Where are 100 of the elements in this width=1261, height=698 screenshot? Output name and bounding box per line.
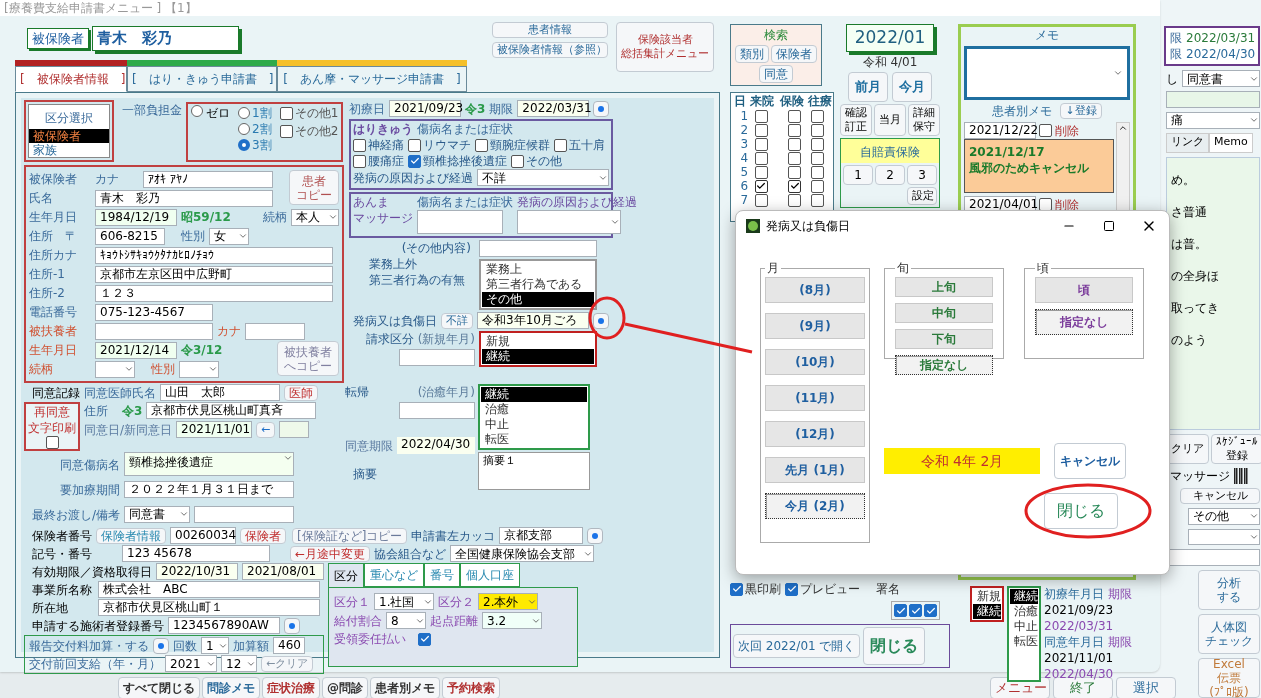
button[interactable]: 被扶養者 へコピー — [277, 341, 339, 376]
tab[interactable]: [ 被保険者情報 ] — [15, 66, 127, 92]
input-field[interactable] — [399, 402, 475, 419]
checkbox[interactable] — [909, 604, 922, 617]
tab[interactable]: 区分 — [328, 563, 364, 587]
list-item[interactable]: 治癒 — [481, 402, 587, 417]
input-field[interactable]: 京都支部 — [499, 527, 584, 544]
list-box[interactable]: 業務上 第三者行為である その他 — [479, 259, 597, 310]
list-item[interactable]: 継続 — [481, 387, 587, 402]
checkbox[interactable] — [754, 165, 768, 179]
checkbox[interactable] — [754, 123, 768, 137]
dot-button[interactable] — [593, 100, 610, 117]
memo-field[interactable] — [964, 46, 1130, 100]
button[interactable]: 患者 コピー — [289, 170, 339, 205]
button[interactable]: 人体図 チェック — [1198, 614, 1260, 654]
input-field[interactable]: 京都市伏見区桃山町１ — [98, 599, 320, 616]
checkbox[interactable] — [353, 154, 366, 168]
input-field[interactable]: 1984/12/19 — [95, 208, 177, 226]
button[interactable]: 設定 — [907, 186, 937, 205]
button[interactable]: 保険該当者 総括集計メニュー — [616, 22, 714, 72]
input-field[interactable] — [479, 240, 597, 257]
button[interactable]: 被保険者情報（参照） — [492, 42, 608, 58]
button[interactable]: 症状治療 — [262, 677, 320, 698]
list-item[interactable]: 継続 — [482, 349, 594, 364]
list-item[interactable]: その他 — [482, 292, 594, 307]
checkbox[interactable] — [554, 138, 567, 152]
button[interactable]: ↓登録 — [1060, 103, 1102, 119]
checkbox[interactable] — [788, 151, 801, 165]
list-item[interactable]: 継続 — [973, 604, 1001, 619]
button[interactable]: 前月 — [848, 71, 888, 102]
button[interactable]: ← — [256, 421, 276, 438]
checkbox[interactable] — [788, 123, 801, 137]
input-field[interactable] — [245, 322, 305, 340]
input-field[interactable]: 00260034 — [170, 527, 236, 544]
radio-button[interactable] — [238, 139, 250, 151]
checkbox[interactable] — [788, 179, 801, 193]
text-area[interactable]: 摘要１ — [478, 452, 590, 490]
dropdown[interactable]: 本人 — [291, 208, 339, 226]
dropdown[interactable]: 2.本外 — [478, 593, 538, 610]
dot-button[interactable] — [153, 637, 169, 654]
button[interactable]: ←月途中変更 — [290, 545, 371, 562]
input-field[interactable]: 2021/08/01 — [242, 563, 324, 580]
checkbox[interactable] — [811, 179, 824, 193]
checkbox[interactable] — [811, 137, 824, 151]
option-button[interactable]: 頃 — [1035, 277, 1133, 303]
list-item[interactable]: 新規 — [482, 334, 594, 349]
tab[interactable]: リンク — [1166, 132, 1209, 153]
button[interactable]: 1 — [843, 164, 873, 185]
checkbox[interactable] — [511, 154, 524, 168]
button[interactable]: キャンセル — [1180, 487, 1260, 504]
list-item[interactable]: 業務上 — [482, 262, 594, 277]
checkbox[interactable] — [894, 604, 907, 617]
list-item[interactable]: 中止 — [1010, 619, 1038, 634]
dropdown[interactable]: 1 — [201, 637, 229, 654]
input-field[interactable]: ｷｮｳﾄｼｻｷｮｳｸﾀﾅｶﾋﾛﾉﾁｮｳ — [95, 246, 333, 264]
checkbox[interactable] — [811, 193, 824, 207]
dropdown[interactable]: 痛 — [1166, 111, 1260, 129]
button[interactable]: 今月 — [892, 71, 932, 102]
input-field[interactable]: 2021/12/14 — [95, 341, 177, 359]
checkbox[interactable] — [475, 138, 488, 152]
input-field[interactable] — [1166, 91, 1260, 108]
option-button[interactable]: 中旬 — [895, 303, 993, 323]
input-field[interactable]: 2022/04/30 — [397, 437, 475, 454]
list-item[interactable]: 転医 — [481, 432, 587, 447]
input-field[interactable]: 令和3年10月ごろ — [477, 312, 589, 329]
checkbox[interactable] — [788, 193, 801, 207]
checkbox[interactable] — [754, 151, 768, 165]
button[interactable]: ｽｹｼﾞｭｰﾙ 登録 — [1211, 433, 1261, 464]
dot-button[interactable] — [587, 527, 604, 544]
checkbox[interactable] — [353, 138, 366, 152]
checkbox[interactable] — [754, 109, 768, 123]
dropdown[interactable]: 不詳 — [477, 169, 609, 186]
input-field[interactable]: ｱｵｷ ｱﾔﾉ — [143, 170, 273, 188]
input-field[interactable]: 2021/09/23 — [389, 100, 461, 117]
checkbox[interactable] — [1039, 124, 1052, 137]
tab[interactable]: 重心など — [364, 563, 424, 587]
list-item[interactable]: 中止 — [481, 417, 587, 432]
input-field[interactable]: 株式会社 ABC — [98, 581, 320, 598]
checkbox[interactable] — [811, 123, 824, 137]
button[interactable]: 保険者 — [240, 527, 286, 544]
dropdown[interactable]: 全国健康保険協会支部 — [450, 545, 595, 562]
radio-button[interactable] — [191, 105, 203, 117]
option-button[interactable]: (11月) — [765, 385, 865, 411]
radio-button[interactable] — [238, 107, 250, 119]
list-item[interactable]: 継続 — [1010, 589, 1038, 604]
checkbox[interactable] — [279, 106, 293, 120]
button[interactable]: すべて閉じる — [118, 677, 200, 698]
list-box[interactable]: 継続 治癒 中止 転医 — [478, 384, 590, 450]
button[interactable]: 次回 2022/01 で開く — [733, 634, 861, 658]
option-button[interactable]: 下旬 — [895, 329, 993, 349]
button[interactable]: 当月 — [874, 103, 906, 136]
option-button[interactable]: (8月) — [765, 277, 865, 303]
tab[interactable]: 番号 — [424, 563, 460, 587]
dropdown[interactable]: その他 — [1188, 507, 1260, 525]
option-button[interactable]: (9月) — [765, 313, 865, 339]
list-item[interactable]: 転医 — [1010, 634, 1038, 649]
button[interactable]: 不詳 — [441, 312, 473, 329]
checkbox[interactable] — [408, 154, 421, 168]
button[interactable]: キャンセル — [1054, 443, 1126, 479]
checkbox[interactable] — [730, 582, 743, 596]
